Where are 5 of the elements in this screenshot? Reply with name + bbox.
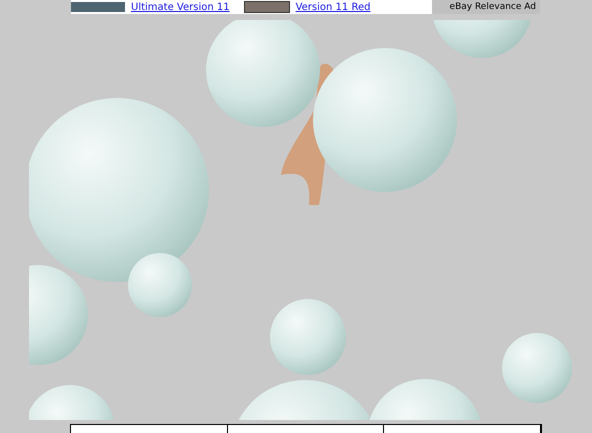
ad-label: eBay Relevance Ad <box>432 0 540 14</box>
product-thumbnail[interactable] <box>71 2 125 12</box>
product-link[interactable]: Version 11 Red <box>296 2 370 12</box>
product-link[interactable]: Ultimate Version 11 <box>131 2 230 12</box>
product-thumbnail[interactable] <box>244 1 290 13</box>
